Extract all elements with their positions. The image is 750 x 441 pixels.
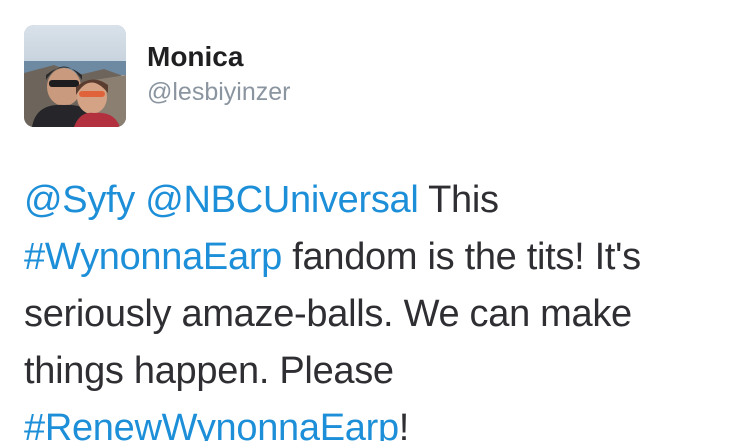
author-handle[interactable]: @lesbiyinzer	[147, 77, 290, 107]
author-display-name[interactable]: Monica	[147, 40, 243, 74]
tweet-text-segment: fandom is the tits! It's	[282, 236, 641, 278]
profile-photo-icon	[24, 25, 126, 127]
avatar[interactable]	[24, 25, 126, 127]
tweet-text: @Syfy @NBCUniversal This #WynonnaEarp fa…	[24, 172, 724, 441]
tweet-text-segment: This	[418, 179, 499, 221]
tweet-text-segment: things happen. Please	[24, 350, 394, 392]
mention-nbcuniversal-link[interactable]: @NBCUniversal	[145, 179, 419, 221]
tweet-text-segment: !	[398, 407, 410, 441]
mention-syfy-link[interactable]: @Syfy	[24, 179, 135, 221]
tweet-card: Monica @lesbiyinzer @Syfy @NBCUniversal …	[0, 0, 750, 441]
hashtag-wynonnaearp-link[interactable]: #WynonnaEarp	[24, 236, 282, 278]
tweet-text-segment: seriously amaze-balls. We can make	[24, 293, 632, 335]
hashtag-renewwynonnaearp-link[interactable]: #RenewWynonnaEarp	[24, 407, 399, 441]
